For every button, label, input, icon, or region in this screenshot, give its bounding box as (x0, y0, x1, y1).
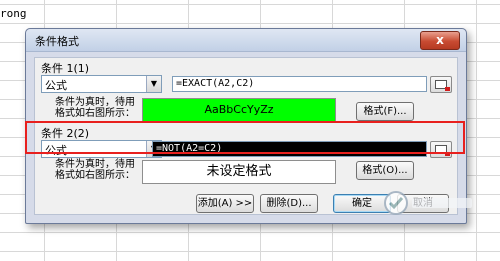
condition2-preview-label-line2: 格式如右图所示： (55, 170, 135, 181)
condition1-format-preview: AaBbCcYyZz (142, 98, 336, 122)
condition2-preview-label-line1: 条件为真时，待用 (55, 159, 135, 170)
chevron-down-icon[interactable]: ▼ (146, 76, 161, 92)
condition1-format-button[interactable]: 格式(F)... (356, 102, 414, 121)
close-button[interactable]: x (420, 31, 460, 50)
condition1-type-value: 公式 (45, 79, 67, 92)
watermark-logo-icon (384, 191, 472, 215)
cell-text: rong (0, 7, 27, 20)
dialog-title: 条件格式 (35, 35, 79, 48)
delete-button[interactable]: 删除(D)... (260, 194, 318, 213)
condition1-type-select[interactable]: 公式 ▼ (41, 75, 162, 93)
red-highlight-box (25, 121, 465, 154)
condition2-preview-label: 条件为真时，待用 格式如右图所示： (55, 159, 135, 181)
collapse-dialog-icon (435, 80, 450, 91)
condition2-format-button[interactable]: 格式(O)... (356, 161, 414, 180)
dialog-titlebar[interactable]: 条件格式 x (26, 29, 466, 52)
condition1-formula-input[interactable]: =EXACT(A2,C2) (172, 76, 427, 92)
condition2-format-preview: 未设定格式 (142, 160, 336, 184)
condition1-preview-label: 条件为真时，待用 格式如右图所示： (55, 97, 135, 119)
condition1-ref-button[interactable] (430, 76, 452, 93)
condition1-preview-label-line2: 格式如右图所示： (55, 108, 135, 119)
condition1-preview-label-line1: 条件为真时，待用 (55, 97, 135, 108)
close-icon: x (436, 33, 444, 47)
condition1-label: 条件 1(1) (41, 62, 90, 75)
add-button[interactable]: 添加(A) >> (196, 194, 254, 213)
